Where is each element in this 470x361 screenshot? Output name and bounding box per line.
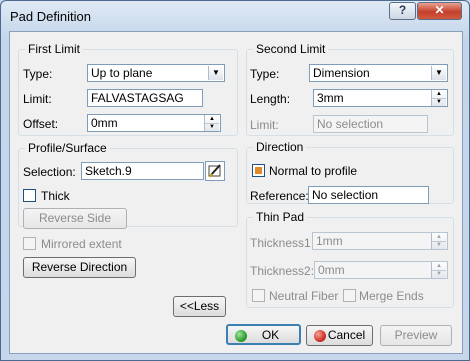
spin-up-icon[interactable]: ▲: [432, 262, 446, 270]
merge-ends-checkbox[interactable]: [343, 289, 356, 302]
reverse-direction-button[interactable]: Reverse Direction: [23, 257, 136, 278]
reference-field[interactable]: No selection: [308, 186, 429, 204]
sketcher-icon[interactable]: [205, 161, 225, 181]
mirrored-extent-checkbox[interactable]: [23, 237, 36, 250]
help-button[interactable]: ?: [389, 2, 416, 20]
help-icon: ?: [398, 3, 407, 17]
reference-value: No selection: [312, 188, 379, 202]
reverse-side-button[interactable]: Reverse Side: [23, 208, 127, 229]
ok-icon: [235, 330, 247, 342]
reverse-side-label: Reverse Side: [38, 211, 112, 225]
first-limit-title: First Limit: [25, 42, 83, 56]
ok-label: OK: [261, 328, 280, 342]
profile-surface-title: Profile/Surface: [25, 141, 110, 155]
spin-down-icon[interactable]: ▼: [432, 270, 446, 277]
second-type-value: Dimension: [313, 66, 370, 80]
length-spinner[interactable]: ▲ ▼: [431, 90, 446, 106]
first-type-value: Up to plane: [91, 66, 153, 80]
mirrored-extent-label: Mirrored extent: [41, 237, 122, 251]
thin-pad-title: Thin Pad: [253, 210, 308, 224]
first-type-label: Type:: [23, 67, 53, 81]
offset-label: Offset:: [23, 117, 59, 131]
title-bar[interactable]: Pad Definition ? ✕: [1, 1, 469, 31]
close-button[interactable]: ✕: [417, 2, 462, 20]
reference-label: Reference:: [250, 189, 309, 203]
less-button[interactable]: <<Less: [173, 296, 226, 317]
offset-value: 0mm: [91, 116, 118, 130]
thickness2-spinner[interactable]: ▲ ▼: [431, 262, 446, 278]
length-label: Length:: [250, 92, 291, 106]
spin-up-icon[interactable]: ▲: [432, 90, 446, 98]
cancel-icon: [314, 330, 326, 342]
preview-label: Preview: [394, 328, 438, 342]
neutral-fiber-checkbox[interactable]: [252, 289, 265, 302]
thick-checkbox[interactable]: [23, 189, 36, 202]
spin-down-icon[interactable]: ▼: [432, 98, 446, 105]
length-field[interactable]: 3mm ▲ ▼: [313, 89, 448, 107]
thickness1-spinner[interactable]: ▲ ▼: [431, 233, 446, 249]
second-type-combo[interactable]: Dimension ▼: [309, 64, 448, 82]
window-title: Pad Definition: [10, 9, 91, 24]
offset-field[interactable]: 0mm ▲ ▼: [87, 114, 221, 132]
thickness2-label: Thickness2:: [250, 264, 315, 278]
cancel-button[interactable]: Cancel: [306, 325, 373, 346]
close-icon: ✕: [434, 3, 445, 17]
first-type-combo[interactable]: Up to plane ▼: [87, 64, 225, 82]
thick-label: Thick: [41, 189, 70, 203]
chevron-down-icon[interactable]: ▼: [208, 66, 223, 80]
chevron-down-icon[interactable]: ▼: [431, 66, 446, 80]
spin-up-icon[interactable]: ▲: [432, 233, 446, 241]
offset-spinner[interactable]: ▲ ▼: [204, 115, 219, 131]
pad-definition-dialog: Pad Definition ? ✕ First Limit Type: Up …: [0, 0, 470, 361]
less-label: <<Less: [179, 299, 220, 313]
length-value: 3mm: [317, 91, 344, 105]
merge-ends-label: Merge Ends: [359, 289, 424, 303]
thickness2-field[interactable]: 0mm ▲ ▼: [314, 261, 448, 279]
selection-value: Sketch.9: [85, 164, 132, 178]
thickness1-field[interactable]: 1mm ▲ ▼: [312, 232, 448, 250]
normal-to-profile-label: Normal to profile: [269, 164, 358, 178]
first-limit-value: FALVASTAGSAG: [91, 91, 184, 105]
dialog-body: First Limit Type: Up to plane ▼ Limit: F…: [9, 31, 463, 354]
second-limit-title: Second Limit: [253, 42, 329, 56]
thickness2-value: 0mm: [318, 263, 345, 277]
spin-down-icon[interactable]: ▼: [432, 241, 446, 248]
reverse-direction-label: Reverse Direction: [31, 260, 128, 274]
direction-title: Direction: [253, 140, 307, 154]
first-limit-label: Limit:: [23, 92, 52, 106]
first-limit-field[interactable]: FALVASTAGSAG: [87, 89, 203, 107]
normal-to-profile-checkbox[interactable]: [252, 164, 265, 177]
selection-label: Selection:: [23, 165, 76, 179]
spin-down-icon[interactable]: ▼: [205, 123, 219, 130]
second-limit-value: No selection: [317, 117, 384, 131]
second-limit-label: Limit:: [250, 118, 279, 132]
neutral-fiber-label: Neutral Fiber: [269, 289, 339, 303]
selection-field[interactable]: Sketch.9: [81, 162, 204, 180]
preview-button[interactable]: Preview: [380, 325, 452, 346]
spin-up-icon[interactable]: ▲: [205, 115, 219, 123]
second-limit-field[interactable]: No selection: [313, 115, 428, 133]
thickness1-label: Thickness1: [250, 236, 311, 250]
thickness1-value: 1mm: [316, 234, 343, 248]
second-type-label: Type:: [250, 67, 280, 81]
ok-button[interactable]: OK: [226, 324, 301, 345]
